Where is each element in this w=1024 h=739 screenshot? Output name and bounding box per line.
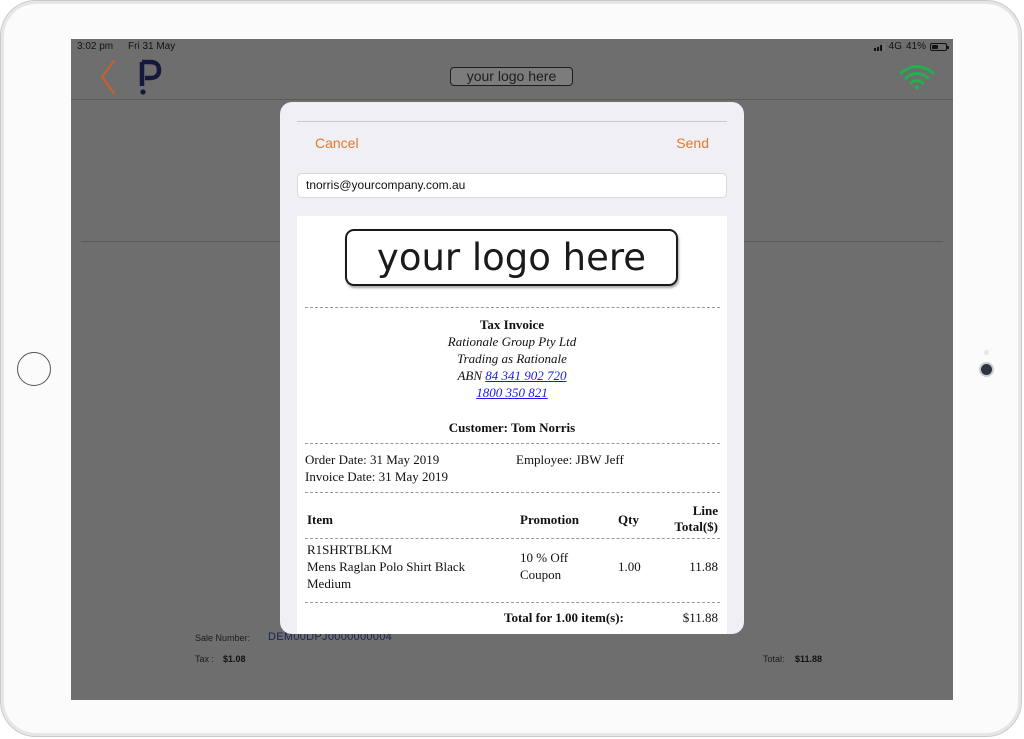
status-time: 3:02 pm — [77, 41, 114, 52]
employee: Employee: JBW Jeff — [516, 452, 624, 467]
status-bar: 3:02 pm Fri 31 May 4G 41% — [71, 39, 953, 56]
invoice-total-value: $11.88 — [682, 610, 718, 625]
item-description: Mens Raglan Polo Shirt Black — [307, 559, 466, 574]
column-header-promotion: Promotion — [520, 512, 579, 527]
item-qty: 1.00 — [618, 559, 641, 574]
line-total-label: Line — [692, 503, 718, 518]
app-logo-icon — [139, 59, 162, 95]
tax-label: Tax : — [195, 654, 215, 664]
item-line-total: 11.88 — [689, 559, 718, 574]
home-button[interactable] — [17, 352, 51, 386]
item-promotion-type: Coupon — [520, 567, 562, 582]
send-button[interactable]: Send — [676, 135, 709, 151]
column-header-item: Item — [307, 512, 333, 527]
abn-link[interactable]: 84 341 902 720 — [485, 368, 566, 383]
trading-as: Trading as Rationale — [457, 351, 567, 366]
camera-sensor — [984, 350, 989, 355]
email-receipt-modal: Cancel Send tnorris@yourcompany.com.au y… — [280, 102, 744, 634]
abn-line: ABN 84 341 902 720 — [297, 368, 727, 384]
wifi-icon — [899, 65, 935, 90]
table-divider — [305, 538, 720, 539]
header-divider — [71, 99, 953, 100]
item-code: R1SHRTBLKM — [307, 542, 393, 557]
column-header-qty: Qty — [618, 512, 639, 527]
abn-label: ABN — [457, 368, 483, 383]
item-promotion: 10 % Off — [520, 550, 569, 565]
invoice-divider — [305, 307, 720, 308]
status-date: Fri 31 May — [128, 41, 176, 52]
battery-label: 41% — [905, 41, 926, 52]
invoice-divider — [305, 443, 720, 444]
phone-link[interactable]: 1800 350 821 — [476, 385, 548, 400]
cancel-button[interactable]: Cancel — [315, 135, 359, 151]
modal-divider — [297, 121, 727, 122]
battery-icon — [930, 42, 949, 51]
network-label: 4G — [888, 41, 902, 52]
line-total-unit: Total($) — [674, 519, 718, 534]
invoice-logo: your logo here — [345, 229, 678, 286]
invoice-title: Tax Invoice — [479, 317, 545, 332]
tax-value: $1.08 — [223, 654, 246, 664]
invoice-total-label: Total for 1.00 item(s): — [504, 610, 624, 625]
email-field[interactable]: tnorris@yourcompany.com.au — [297, 173, 727, 198]
order-date: Order Date: 31 May 2019 — [305, 452, 440, 467]
customer-name: Customer: Tom Norris — [448, 420, 576, 435]
total-value: $11.88 — [795, 654, 823, 664]
signal-icon — [873, 42, 885, 51]
column-header-line-total: Line Total($) — [674, 503, 718, 535]
invoice-divider — [305, 492, 720, 493]
invoice-preview[interactable]: your logo here Tax Invoice Rationale Gro… — [297, 216, 727, 634]
phone-line: 1800 350 821 — [297, 385, 727, 401]
table-divider — [305, 602, 720, 603]
total-label: Total: — [763, 654, 785, 664]
company-name: Rationale Group Pty Ltd — [447, 334, 577, 349]
sale-number-label: Sale Number: — [195, 633, 251, 643]
item-size: Medium — [307, 576, 352, 591]
invoice-date: Invoice Date: 31 May 2019 — [305, 469, 448, 484]
status-indicators: 4G 41% — [873, 41, 949, 52]
camera-icon — [981, 364, 992, 375]
header-logo: your logo here — [450, 67, 573, 86]
back-chevron-icon[interactable] — [97, 57, 121, 97]
